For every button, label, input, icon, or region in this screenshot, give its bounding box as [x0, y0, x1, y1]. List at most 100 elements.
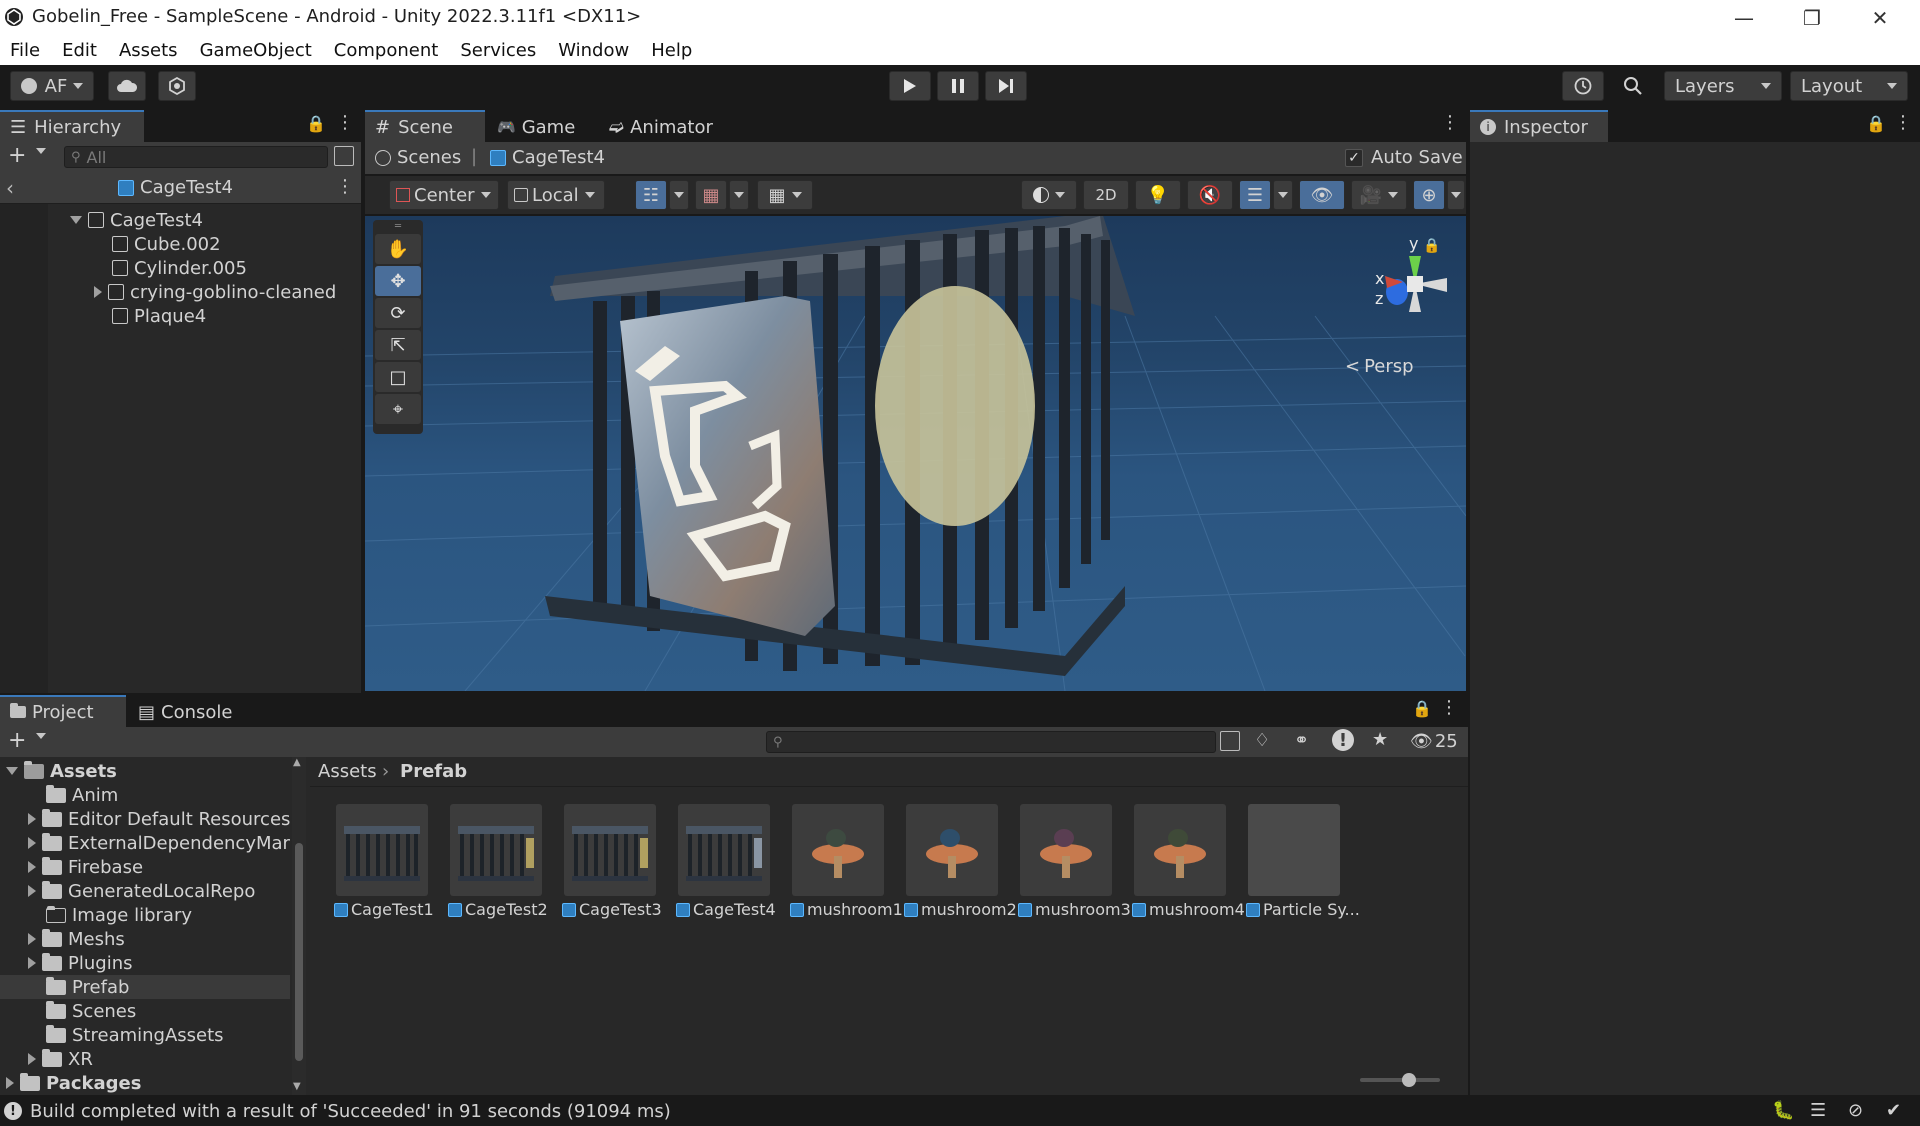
- menu-edit[interactable]: Edit: [62, 40, 97, 61]
- tree-scrollbar-thumb[interactable]: [295, 843, 303, 1061]
- breadcrumb-assets[interactable]: Assets: [318, 761, 377, 782]
- close-icon[interactable]: ✕: [1846, 0, 1914, 35]
- palette-grip-icon[interactable]: ═: [373, 220, 423, 232]
- tab-scene[interactable]: # Scene: [365, 110, 485, 142]
- kebab-menu-icon[interactable]: ⋮: [336, 176, 354, 197]
- projection-toggle[interactable]: < Persp: [1345, 356, 1414, 377]
- back-arrow-icon[interactable]: ‹: [6, 176, 14, 200]
- expand-arrow-icon[interactable]: [6, 767, 18, 775]
- scale-tool-button[interactable]: ⇱: [375, 330, 421, 360]
- hierarchy-search-input[interactable]: ⚲ All: [64, 146, 328, 168]
- tab-hierarchy[interactable]: ☰ Hierarchy: [0, 110, 144, 142]
- increment-snap-button[interactable]: ▦: [695, 180, 727, 210]
- hierarchy-item[interactable]: crying-goblino-cleaned: [94, 280, 336, 304]
- asset-label-cagetest1[interactable]: CageTest1: [334, 900, 434, 919]
- tab-game[interactable]: 🎮 Game: [487, 110, 597, 142]
- breadcrumb-prefab[interactable]: CageTest4: [490, 147, 605, 168]
- asset-thumbnail-mushroom3[interactable]: [1020, 804, 1112, 896]
- effects-dropdown[interactable]: [1273, 180, 1293, 210]
- tree-scrollbar[interactable]: ▲ ▼: [292, 757, 306, 1095]
- asset-thumbnail-mushroom1[interactable]: [792, 804, 884, 896]
- cache-server-icon[interactable]: ☰: [1810, 1100, 1826, 1121]
- audio-toggle-button[interactable]: 🔇: [1187, 180, 1233, 210]
- asset-label-mushroom4[interactable]: mushroom4: [1132, 900, 1245, 919]
- undo-history-button[interactable]: [1562, 71, 1604, 101]
- scene-viewport[interactable]: y x z 🔒 < Persp: [365, 216, 1466, 691]
- filter-by-type-icon[interactable]: ♢: [1254, 730, 1270, 751]
- tree-item-image-library[interactable]: Image library: [46, 903, 192, 927]
- move-tool-button[interactable]: ✥: [375, 266, 421, 296]
- asset-thumbnail-cagetest2[interactable]: [450, 804, 542, 896]
- menu-gameobject[interactable]: GameObject: [200, 40, 312, 61]
- camera-dropdown[interactable]: 🎥: [1351, 180, 1407, 210]
- scene-visibility-button[interactable]: 👁: [1299, 180, 1345, 210]
- filter-by-label-icon[interactable]: ⚭: [1294, 730, 1309, 751]
- tree-item-assets[interactable]: Assets: [6, 759, 117, 783]
- cloud-button[interactable]: [108, 71, 146, 101]
- asset-label-mushroom1[interactable]: mushroom1: [790, 900, 903, 919]
- tree-item-meshs[interactable]: Meshs: [28, 927, 125, 951]
- step-button[interactable]: [985, 71, 1027, 101]
- gizmo-lock-icon[interactable]: 🔒: [1423, 238, 1440, 254]
- tree-item-editor-default-resources[interactable]: Editor Default Resources: [28, 807, 290, 831]
- asset-label-particle-system[interactable]: Particle Sy...: [1246, 900, 1360, 919]
- tree-item-anim[interactable]: Anim: [46, 783, 118, 807]
- auto-save-toggle[interactable]: ✓ Auto Save: [1345, 147, 1463, 168]
- scroll-down-icon[interactable]: ▼: [293, 1081, 301, 1092]
- tab-console[interactable]: ▤ Console: [128, 695, 254, 727]
- menu-assets[interactable]: Assets: [119, 40, 178, 61]
- tree-item-external-dependency[interactable]: ExternalDependencyMar: [28, 831, 290, 855]
- effects-toggle-button[interactable]: ☰: [1239, 180, 1271, 210]
- layout-dropdown[interactable]: Layout: [1790, 71, 1908, 101]
- lighting-toggle-button[interactable]: 💡: [1135, 180, 1181, 210]
- rotate-tool-button[interactable]: ⟳: [375, 298, 421, 328]
- tree-item-xr[interactable]: XR: [28, 1047, 93, 1071]
- menu-file[interactable]: File: [10, 40, 40, 61]
- menu-window[interactable]: Window: [558, 40, 629, 61]
- expand-arrow-icon[interactable]: [94, 286, 102, 298]
- hierarchy-item[interactable]: Cylinder.005: [112, 256, 247, 280]
- scroll-up-icon[interactable]: ▲: [293, 757, 301, 768]
- toggle-2d-button[interactable]: 2D: [1083, 180, 1129, 210]
- project-search-input[interactable]: ⚲: [766, 731, 1216, 753]
- tree-item-scenes[interactable]: Scenes: [46, 999, 136, 1023]
- asset-label-cagetest2[interactable]: CageTest2: [448, 900, 548, 919]
- grid-visibility-dropdown[interactable]: ▦: [757, 180, 813, 210]
- orientation-gizmo[interactable]: y x z: [1365, 234, 1465, 344]
- kebab-menu-icon[interactable]: ⋮: [336, 112, 354, 133]
- expand-arrow-icon[interactable]: [28, 933, 36, 945]
- lock-icon[interactable]: 🔒: [306, 114, 326, 133]
- thumbnail-size-slider[interactable]: [1360, 1073, 1440, 1087]
- asset-thumbnail-cagetest3[interactable]: [564, 804, 656, 896]
- asset-thumbnail-cagetest4[interactable]: [678, 804, 770, 896]
- hidden-packages-toggle[interactable]: 👁 25: [1410, 731, 1458, 752]
- transform-tool-button[interactable]: ⌖: [375, 394, 421, 424]
- menu-help[interactable]: Help: [651, 40, 692, 61]
- gizmos-dropdown[interactable]: [1447, 180, 1465, 210]
- expand-arrow-icon[interactable]: [6, 1077, 14, 1089]
- asset-thumbnail-mushroom4[interactable]: [1134, 804, 1226, 896]
- favorite-star-icon[interactable]: ★: [1372, 729, 1388, 750]
- restore-icon[interactable]: ❐: [1778, 0, 1846, 35]
- warning-filter-icon[interactable]: !: [1332, 729, 1354, 751]
- expand-arrow-icon[interactable]: [28, 861, 36, 873]
- asset-label-cagetest3[interactable]: CageTest3: [562, 900, 662, 919]
- hand-tool-button[interactable]: ✋: [375, 234, 421, 264]
- kebab-menu-icon[interactable]: ⋮: [1894, 112, 1912, 133]
- menu-services[interactable]: Services: [460, 40, 536, 61]
- status-message[interactable]: Build completed with a result of 'Succee…: [30, 1101, 671, 1122]
- add-icon[interactable]: +: [8, 143, 26, 168]
- shading-mode-dropdown[interactable]: [1021, 180, 1077, 210]
- tree-item-plugins[interactable]: Plugins: [28, 951, 132, 975]
- kebab-menu-icon[interactable]: ⋮: [1440, 697, 1458, 718]
- check-circle-icon[interactable]: ✔: [1886, 1100, 1901, 1121]
- slider-thumb[interactable]: [1402, 1073, 1416, 1087]
- asset-thumbnail-cagetest1[interactable]: [336, 804, 428, 896]
- expand-arrow-icon[interactable]: [28, 837, 36, 849]
- asset-label-mushroom3[interactable]: mushroom3: [1018, 900, 1131, 919]
- asset-thumbnail-mushroom2[interactable]: [906, 804, 998, 896]
- asset-thumbnail-particle-system[interactable]: [1248, 804, 1340, 896]
- lock-icon[interactable]: 🔒: [1866, 114, 1886, 133]
- account-button[interactable]: AF: [10, 71, 94, 101]
- grid-snap-button[interactable]: ☷: [635, 180, 667, 210]
